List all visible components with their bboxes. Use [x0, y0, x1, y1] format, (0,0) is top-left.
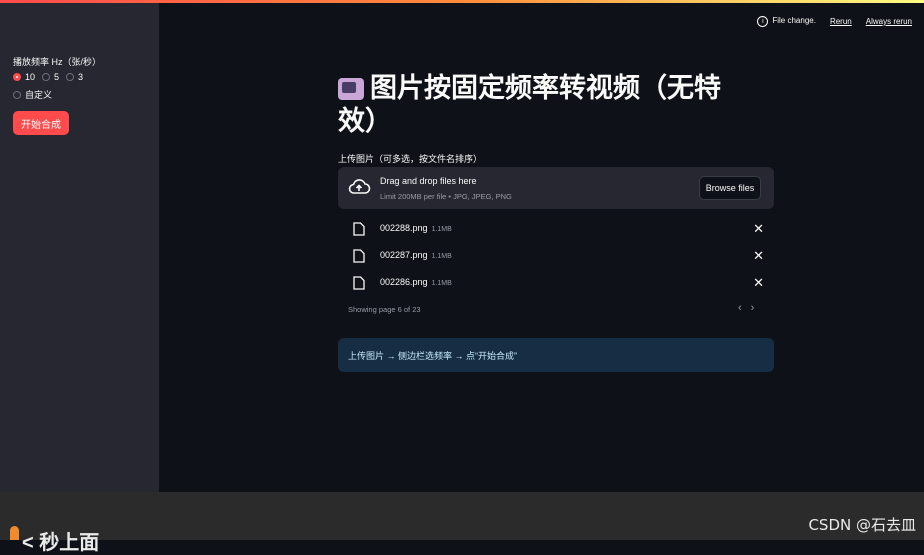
radio-label: 自定义 — [25, 90, 53, 100]
file-name: 002288.png 1.1MB — [380, 223, 452, 233]
rerun-link[interactable]: Rerun — [830, 17, 852, 26]
radio-option-5[interactable]: 5 — [42, 72, 59, 82]
remove-file-icon[interactable]: ✕ — [753, 221, 764, 237]
flame-icon — [10, 526, 19, 540]
bottom-strip: < 秒上面 CSDN @石去皿 — [0, 492, 924, 554]
rate-radio-group: 10 5 3 — [13, 72, 83, 82]
paging-status: Showing page 6 of 23 — [348, 305, 421, 314]
info-icon: i — [757, 16, 769, 27]
radio-option-3[interactable]: 3 — [66, 72, 83, 82]
remove-file-icon[interactable]: ✕ — [753, 248, 764, 264]
file-item: 002287.png 1.1MB ✕ — [338, 246, 774, 266]
start-button[interactable]: 开始合成 — [13, 111, 69, 135]
always-rerun-link[interactable]: Always rerun — [866, 17, 912, 26]
page-title: 图片按固定频率转视频（无特效） — [338, 73, 721, 136]
radio-option-10[interactable]: 10 — [13, 72, 35, 82]
info-alert: 上传图片 → 侧边栏选频率 → 点“开始合成” — [338, 338, 774, 372]
dropzone-subtitle: Limit 200MB per file • JPG, JPEG, PNG — [380, 192, 512, 201]
dropzone-title: Drag and drop files here — [380, 176, 477, 186]
file-change-status: i File change. — [757, 16, 816, 27]
file-item: 002286.png 1.1MB ✕ — [338, 273, 774, 293]
radio-unselected-icon — [42, 73, 51, 81]
radio-label: 10 — [25, 72, 36, 82]
radio-unselected-icon — [66, 73, 75, 81]
radio-label: 5 — [54, 72, 60, 82]
status-bar: i File change. Rerun Always rerun — [757, 16, 912, 27]
remove-file-icon[interactable]: ✕ — [753, 275, 764, 291]
partial-caption: < 秒上面 — [22, 532, 100, 554]
file-icon — [353, 249, 365, 263]
sidebar: 播放频率 Hz（张/秒） 10 5 3 自定义 开始合成 — [0, 3, 159, 492]
radio-option-custom[interactable]: 自定义 — [13, 88, 52, 101]
file-icon — [353, 222, 365, 236]
chevron-left-icon[interactable]: ‹ — [738, 302, 742, 314]
tv-icon — [338, 78, 364, 100]
file-item: 002288.png 1.1MB ✕ — [338, 219, 774, 239]
rate-label: 播放频率 Hz（张/秒） — [13, 57, 102, 67]
radio-unselected-icon — [13, 90, 21, 99]
browse-files-button[interactable]: Browse files — [699, 176, 761, 200]
file-name: 002287.png 1.1MB — [380, 250, 452, 260]
file-dropzone[interactable]: Drag and drop files here Limit 200MB per… — [338, 167, 774, 209]
upload-label: 上传图片（可多选，按文件名排序） — [338, 154, 483, 164]
file-icon — [353, 276, 365, 290]
pager: ‹ › — [738, 302, 754, 314]
info-alert-text: 上传图片 → 侧边栏选频率 → 点“开始合成” — [348, 351, 517, 361]
radio-selected-icon — [13, 73, 21, 81]
cloud-upload-icon — [348, 179, 371, 194]
radio-label: 3 — [78, 72, 84, 82]
watermark: CSDN @石去皿 — [808, 516, 916, 534]
file-name: 002286.png 1.1MB — [380, 277, 452, 287]
chevron-right-icon[interactable]: › — [751, 302, 755, 314]
